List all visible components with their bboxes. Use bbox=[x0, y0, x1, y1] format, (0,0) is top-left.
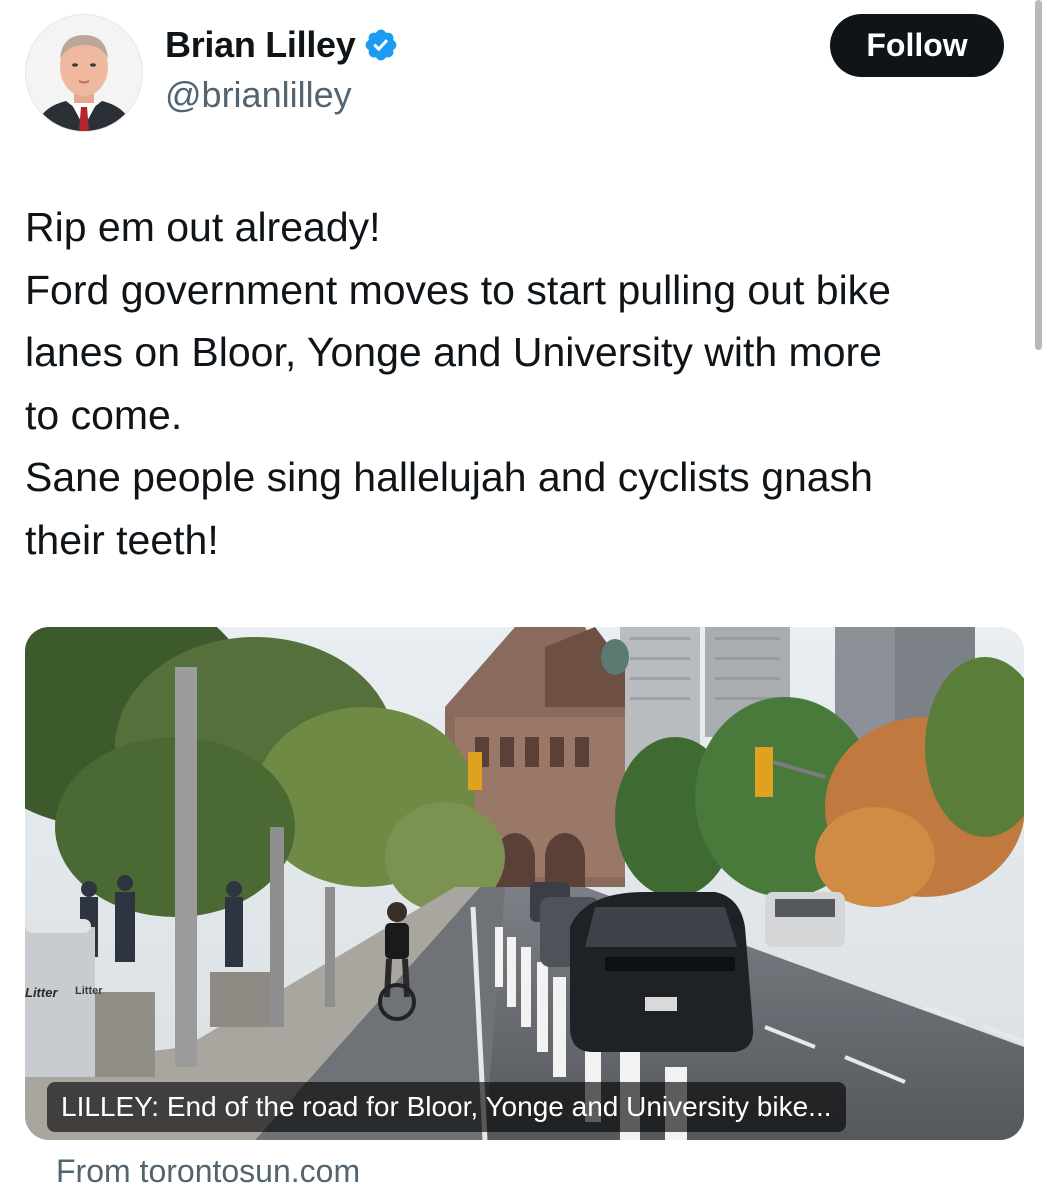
author-display-name[interactable]: Brian Lilley bbox=[165, 24, 356, 66]
litter-bin-sign: Litter bbox=[75, 985, 103, 997]
follow-button[interactable]: Follow bbox=[830, 14, 1004, 77]
litter-bin-sign: Litter bbox=[25, 985, 58, 1000]
tweet-text: Rip em out already! Ford government move… bbox=[25, 196, 1015, 571]
tweet-text-line: Ford government moves to start pulling o… bbox=[25, 266, 891, 313]
verified-badge-icon bbox=[363, 27, 399, 63]
author-handle[interactable]: @brianlilley bbox=[165, 74, 352, 116]
tweet-text-line: Rip em out already! bbox=[25, 204, 381, 250]
tweet-text-line: to come. bbox=[25, 391, 183, 438]
tweet-text-line: their teeth! bbox=[25, 516, 219, 563]
tweet-view: Brian Lilley @brianlilley Follow Rip em … bbox=[0, 0, 1049, 1200]
link-preview-card[interactable]: Litter Litter LILLEY: End of the road fo… bbox=[25, 627, 1024, 1140]
avatar-photo bbox=[26, 15, 142, 131]
scrollbar[interactable] bbox=[1035, 0, 1042, 350]
author-name-row: Brian Lilley bbox=[165, 24, 399, 66]
link-preview-image bbox=[25, 627, 1024, 1140]
tweet-text-line: lanes on Bloor, Yonge and University wit… bbox=[25, 329, 882, 375]
link-card-headline[interactable]: LILLEY: End of the road for Bloor, Yonge… bbox=[47, 1082, 846, 1132]
tweet-text-line: Sane people sing hallelujah and cyclists… bbox=[25, 454, 873, 500]
author-avatar[interactable] bbox=[25, 14, 143, 132]
link-source[interactable]: From torontosun.com bbox=[56, 1153, 360, 1190]
